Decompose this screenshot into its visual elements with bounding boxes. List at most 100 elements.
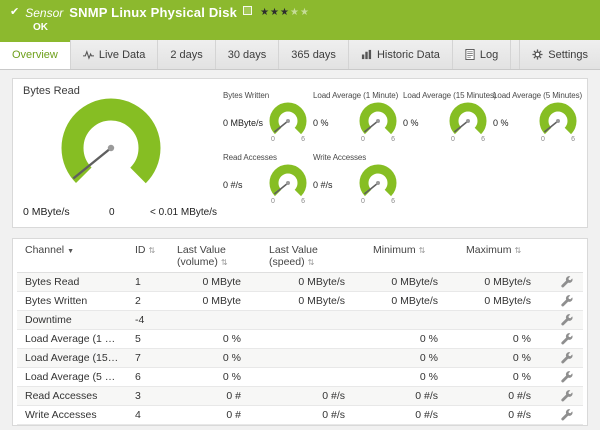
priority-stars[interactable]: ★★★★★ bbox=[260, 7, 310, 18]
overview-content: Bytes Read 0 MByte/s 0 < 0.01 MByte/s By… bbox=[0, 70, 600, 426]
cell-min: 0 MByte/s bbox=[365, 291, 458, 311]
cell-max: 0 % bbox=[458, 348, 551, 368]
column-header-maximum[interactable]: Maximum ⇅ bbox=[458, 239, 551, 273]
live-data-icon bbox=[82, 49, 94, 60]
cell-channel: Load Average (5 Minutes) bbox=[17, 367, 127, 387]
channel-table-body: Bytes Read 1 0 MByte 0 MByte/s 0 MByte/s 0 MB… bbox=[17, 272, 583, 425]
gauge-value: 0 % bbox=[493, 117, 509, 128]
cell-max: 0 #/s bbox=[458, 386, 551, 406]
cell-last_speed: 0 MByte/s bbox=[261, 272, 365, 292]
edit-channel-wrench-icon[interactable] bbox=[561, 352, 573, 364]
tab-2-days[interactable]: 2 days bbox=[158, 40, 216, 69]
gauge-scale-max: 6 bbox=[481, 136, 485, 143]
cell-channel: Read Accesses bbox=[17, 386, 127, 406]
gauge-label: Load Average (15 Minutes) bbox=[403, 91, 497, 100]
channel-table: Channel ▼ ID ⇅ Last Value (volume) ⇅ Last Valu… bbox=[17, 239, 583, 425]
object-type-label: Sensor bbox=[25, 5, 64, 20]
edit-channel-wrench-icon[interactable] bbox=[561, 409, 573, 421]
edit-channel-wrench-icon[interactable] bbox=[561, 276, 573, 288]
gauge-dial: 06 bbox=[539, 102, 577, 143]
edit-channel-wrench-icon[interactable] bbox=[561, 314, 573, 326]
sensor-badge-icon[interactable] bbox=[243, 6, 253, 15]
gauge-dial: 06 bbox=[359, 164, 397, 205]
cell-id: -4 bbox=[127, 310, 169, 330]
column-header-minimum[interactable]: Minimum ⇅ bbox=[365, 239, 458, 273]
column-header-id[interactable]: ID ⇅ bbox=[127, 239, 169, 273]
cell-id: 1 bbox=[127, 272, 169, 292]
tab-30-days[interactable]: 30 days bbox=[216, 40, 280, 69]
main-gauge-dial bbox=[61, 98, 161, 198]
edit-channel-wrench-icon[interactable] bbox=[561, 295, 573, 307]
historic-data-icon bbox=[361, 49, 372, 60]
cell-last_speed bbox=[261, 310, 365, 330]
column-label: Channel bbox=[25, 244, 65, 256]
column-header-last-value-speed[interactable]: Last Value (speed) ⇅ bbox=[261, 239, 365, 273]
tab-label: 2 days bbox=[170, 48, 203, 61]
tab-log[interactable]: Log bbox=[453, 40, 512, 69]
small-gauge-bytes-written: Bytes Written 0 MByte/s 0 6 bbox=[223, 91, 307, 143]
cell-channel: Bytes Read bbox=[17, 272, 127, 292]
cell-min: 0 % bbox=[365, 367, 458, 387]
sensor-header: ✔ Sensor SNMP Linux Physical Disk ★★★★★ … bbox=[0, 0, 600, 40]
gauge-value: 0 % bbox=[313, 117, 329, 128]
table-row: Bytes Read 1 0 MByte 0 MByte/s 0 MByte/s 0 MB… bbox=[17, 272, 583, 292]
tab-label: 30 days bbox=[227, 48, 267, 61]
main-gauge: Bytes Read 0 MByte/s 0 < 0.01 MByte/s bbox=[23, 85, 217, 221]
gauge-dial: 06 bbox=[449, 102, 487, 143]
tab-historic-data[interactable]: Historic Data bbox=[349, 40, 453, 69]
cell-max: 0 % bbox=[458, 329, 551, 349]
tab-label: Log bbox=[479, 48, 499, 61]
cell-min bbox=[365, 310, 458, 330]
cell-id: 5 bbox=[127, 329, 169, 349]
cell-last_speed: 0 #/s bbox=[261, 405, 365, 425]
cell-id: 4 bbox=[127, 405, 169, 425]
cell-max: 0 MByte/s bbox=[458, 291, 551, 311]
column-label: Minimum bbox=[373, 244, 416, 256]
table-row: Load Average (5 Minutes)60 %0 %0 % bbox=[17, 367, 583, 387]
tab-settings[interactable]: Settings bbox=[519, 40, 600, 69]
edit-channel-wrench-icon[interactable] bbox=[561, 333, 573, 345]
tab-365-days[interactable]: 365 days bbox=[279, 40, 349, 69]
cell-min: 0 % bbox=[365, 348, 458, 368]
gauge-label: Bytes Written bbox=[223, 91, 270, 100]
gauge-label: Write Accesses bbox=[313, 153, 367, 162]
tab-bar: Overview Live Data 2 days 30 days 365 days Hi… bbox=[0, 40, 600, 70]
gauge-value: 0 #/s bbox=[223, 179, 243, 190]
gauge-scale-min: 0 bbox=[271, 136, 275, 143]
settings-icon bbox=[532, 49, 543, 60]
column-header-last-value-volume[interactable]: Last Value (volume) ⇅ bbox=[169, 239, 261, 273]
main-gauge-value: 0 MByte/s bbox=[23, 206, 70, 218]
sort-both-icon: ⇅ bbox=[307, 258, 315, 267]
main-gauge-scale-max: < 0.01 MByte/s bbox=[150, 207, 217, 218]
cell-channel: Bytes Written bbox=[17, 291, 127, 311]
cell-max bbox=[458, 310, 551, 330]
cell-id: 2 bbox=[127, 291, 169, 311]
sensor-status-text: OK bbox=[33, 22, 48, 33]
sort-both-icon: ⇅ bbox=[148, 246, 156, 255]
edit-channel-wrench-icon[interactable] bbox=[561, 371, 573, 383]
table-row: Load Average (1 Minute)50 %0 %0 % bbox=[17, 329, 583, 349]
table-row: Load Average (15 Minutes)70 %0 %0 % bbox=[17, 348, 583, 368]
channel-table-panel: Channel ▼ ID ⇅ Last Value (volume) ⇅ Last Valu… bbox=[12, 238, 588, 426]
column-header-channel[interactable]: Channel ▼ bbox=[17, 239, 127, 273]
cell-last_speed: 0 MByte/s bbox=[261, 291, 365, 311]
gauge-label: Load Average (5 Minutes) bbox=[493, 91, 583, 100]
gauge-scale-max: 6 bbox=[301, 136, 305, 143]
tab-overview[interactable]: Overview bbox=[0, 40, 71, 69]
channel-table-head-row: Channel ▼ ID ⇅ Last Value (volume) ⇅ Last Valu… bbox=[17, 239, 583, 273]
tab-label: Overview bbox=[12, 48, 58, 61]
cell-last_volume: 0 MByte bbox=[169, 291, 261, 311]
tab-live-data[interactable]: Live Data bbox=[71, 40, 159, 69]
cell-last_speed bbox=[261, 348, 365, 368]
column-label: ID bbox=[135, 244, 146, 256]
gauge-dial: 06 bbox=[359, 102, 397, 143]
table-row: Downtime -4 bbox=[17, 310, 583, 330]
table-row: Write Accesses 4 0 #0 #/s 0 #/s 0 #/s bbox=[17, 405, 583, 425]
cell-min: 0 #/s bbox=[365, 386, 458, 406]
small-gauge-write-accesses: Write Accesses 0 #/s 0 6 bbox=[313, 153, 397, 205]
edit-channel-wrench-icon[interactable] bbox=[561, 390, 573, 402]
ok-check-icon: ✔ bbox=[10, 6, 20, 18]
cell-last_speed bbox=[261, 367, 365, 387]
cell-id: 6 bbox=[127, 367, 169, 387]
column-label: Last Value (volume) bbox=[177, 244, 226, 268]
